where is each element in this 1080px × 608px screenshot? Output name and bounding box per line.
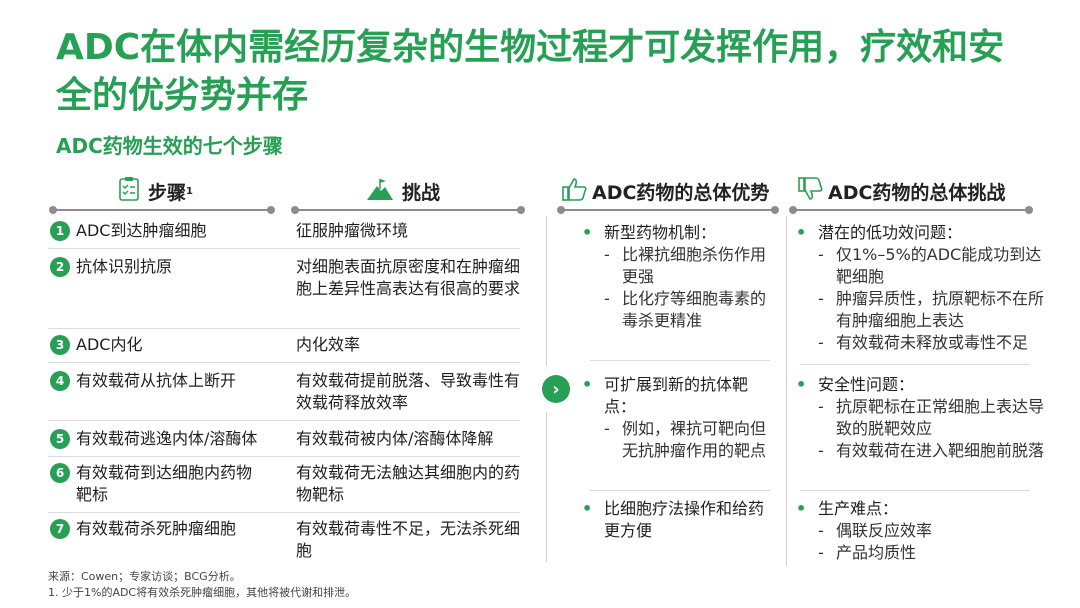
panel-divider xyxy=(800,364,1030,365)
step-number-badge: 3 xyxy=(50,335,70,355)
step-number-badge: 5 xyxy=(50,429,70,449)
challenge-text: 内化效率 xyxy=(296,335,361,354)
checklist-icon xyxy=(118,176,140,206)
panel-divider xyxy=(590,360,770,361)
overall-challenge-text: 安全性问题： xyxy=(818,375,915,394)
advantages-header-line xyxy=(557,206,779,214)
challenges-header-line xyxy=(291,206,525,214)
challenge-text: 征服肿瘤微环境 xyxy=(296,221,409,240)
advantages-item: • 新型药物机制： - 比裸抗细胞杀伤作用更强 - 比化疗等细胞毒素的毒杀更精准 xyxy=(582,222,778,332)
step-number-badge: 6 xyxy=(50,463,70,483)
section-subtitle: ADC药物生效的七个步骤 xyxy=(56,134,283,158)
advantage-text: 新型药物机制： xyxy=(604,223,717,242)
row-divider xyxy=(48,362,520,363)
page-title: ADC在体内需经历复杂的生物过程才可发挥作用，疗效和安全的优劣势并存 xyxy=(56,27,1005,116)
overall-challenge-text: 生产难点： xyxy=(818,499,899,518)
step-number-badge: 1 xyxy=(50,221,70,241)
overall-challenge-sub-text: 仅1%–5%的ADC能成功到达靶细胞 xyxy=(836,245,1042,286)
row-divider xyxy=(48,512,520,513)
step-text: 抗体识别抗原 xyxy=(76,257,173,276)
row-divider xyxy=(48,248,520,249)
step-text: 有效载荷逃逸内体/溶酶体 xyxy=(76,429,258,448)
advantage-sub-text: 比裸抗细胞杀伤作用更强 xyxy=(622,245,767,286)
mountain-flag-icon xyxy=(366,177,394,206)
overall-challenge-sub-text: 抗原靶标在正常细胞上表达导致的脱靶效应 xyxy=(836,397,1045,438)
challenge-text: 有效载荷毒性不足，无法杀死细胞 xyxy=(296,519,521,560)
advantages-header-label: ADC药物的总体优势 xyxy=(592,181,770,204)
thumbs-up-icon xyxy=(562,176,588,207)
challenges-header: 挑战 xyxy=(366,176,440,206)
advantage-text: 比细胞疗法操作和给药更方便 xyxy=(604,499,765,540)
step-text: 有效载荷从抗体上断开 xyxy=(76,371,237,390)
challenge-text: 有效载荷提前脱落、导致毒性有效载荷释放效率 xyxy=(296,371,521,412)
row-divider xyxy=(48,456,520,457)
thumbs-down-icon xyxy=(798,176,824,207)
source-footnote: 来源：Cowen；专家访谈；BCG分析。 xyxy=(48,570,241,583)
step-text: ADC到达肿瘤细胞 xyxy=(76,221,207,240)
overall-challenges-item: • 潜在的低功效问题： - 仅1%–5%的ADC能成功到达靶细胞 - 肿瘤异质性，抗原… xyxy=(796,223,1045,352)
panel-divider xyxy=(800,490,1030,491)
steps-header-label: 步骤 xyxy=(148,181,187,204)
challenge-text: 有效载荷被内体/溶酶体降解 xyxy=(296,429,494,448)
column-divider xyxy=(546,216,547,366)
overall-challenges-header: ADC药物的总体挑战 xyxy=(798,176,1005,206)
overall-challenges-header-line xyxy=(789,206,1033,214)
chevron-right-icon: › xyxy=(542,375,570,403)
steps-header: 步骤 1 xyxy=(118,176,193,206)
overall-challenge-sub-text: 肿瘤异质性，抗原靶标不在所有肿瘤细胞上表达 xyxy=(836,289,1045,330)
panel-divider xyxy=(590,490,770,491)
advantage-text: 可扩展到新的抗体靶点： xyxy=(604,375,749,416)
row-divider xyxy=(48,420,520,421)
column-divider xyxy=(546,412,547,562)
advantages-item: • 可扩展到新的抗体靶点： - 例如，裸抗可靶向但无抗肿瘤作用的靶点 xyxy=(582,374,778,462)
step-text: 有效载荷到达细胞内药物靶标 xyxy=(76,463,253,504)
footnote: 1. 少于1%的ADC将有效杀死肿瘤细胞，其他将被代谢和排泄。 xyxy=(48,586,357,599)
overall-challenge-sub-text: 偶联反应效率 xyxy=(836,521,933,540)
overall-challenges-item: • 安全性问题： - 抗原靶标在正常细胞上表达导致的脱靶效应 - 有效载荷在进入靶细胞… xyxy=(796,375,1045,460)
overall-challenge-sub-text: 产品均质性 xyxy=(836,543,917,562)
overall-challenges-header-label: ADC药物的总体挑战 xyxy=(828,181,1006,204)
overall-challenge-sub-text: 有效载荷未释放或毒性不足 xyxy=(836,333,1029,352)
advantages-header: ADC药物的总体优势 xyxy=(562,176,769,206)
step-text: 有效载荷杀死肿瘤细胞 xyxy=(76,519,237,538)
steps-header-footnote: 1 xyxy=(186,185,193,197)
column-divider xyxy=(786,216,787,566)
advantages-item: • 比细胞疗法操作和给药更方便 xyxy=(582,498,778,542)
advantage-sub-text: 例如，裸抗可靶向但无抗肿瘤作用的靶点 xyxy=(622,419,767,460)
overall-challenge-text: 潜在的低功效问题： xyxy=(818,223,963,242)
challenges-header-label: 挑战 xyxy=(402,181,441,204)
challenge-text: 对细胞表面抗原密度和在肿瘤细胞上差异性高表达有很高的要求 xyxy=(296,257,521,298)
challenge-text: 有效载荷无法触达其细胞内的药物靶标 xyxy=(296,463,521,504)
overall-challenge-sub-text: 有效载荷在进入靶细胞前脱落 xyxy=(836,441,1045,460)
overall-challenges-item: • 生产难点： - 偶联反应效率 - 产品均质性 xyxy=(796,499,933,562)
step-number-badge: 7 xyxy=(50,519,70,539)
step-text: ADC内化 xyxy=(76,335,143,354)
row-divider xyxy=(48,328,520,329)
advantage-sub-text: 比化疗等细胞毒素的毒杀更精准 xyxy=(622,289,767,330)
step-number-badge: 2 xyxy=(50,257,70,277)
steps-header-line xyxy=(49,206,275,214)
step-number-badge: 4 xyxy=(50,371,70,391)
